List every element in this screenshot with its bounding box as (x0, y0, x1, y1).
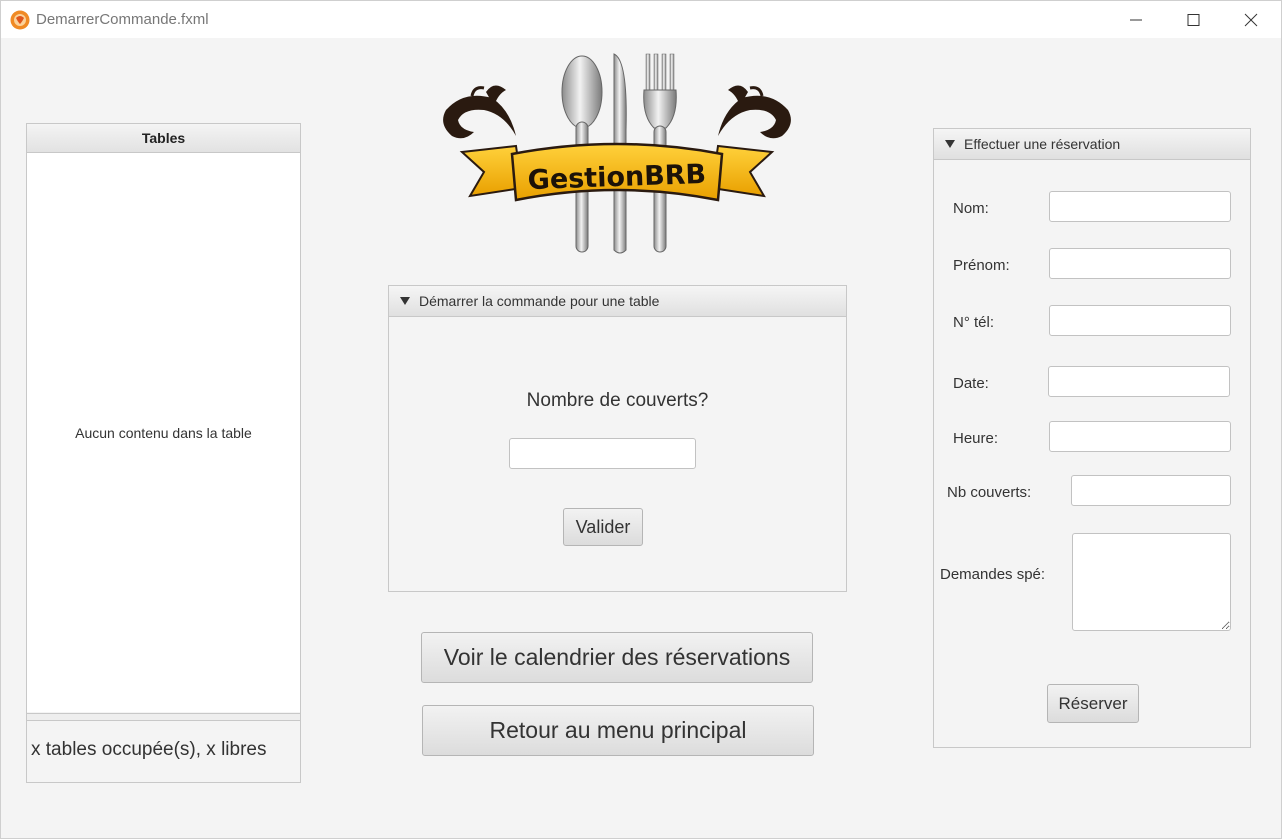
minimize-icon (1130, 19, 1142, 21)
reservation-pane-header[interactable]: Effectuer une réservation (934, 129, 1250, 160)
close-icon (1244, 13, 1258, 27)
tables-list[interactable]: Aucun contenu dans la table (27, 153, 300, 712)
nb-couverts-label: Nb couverts: (947, 484, 1032, 501)
prenom-label: Prénom: (953, 257, 1010, 274)
collapse-arrow-icon (400, 297, 410, 305)
covers-question: Nombre de couverts? (526, 390, 709, 411)
heure-label: Heure: (953, 430, 999, 447)
nom-label: Nom: (953, 200, 989, 217)
window-titlebar: DemarrerCommande.fxml (0, 0, 1282, 38)
app-icon (10, 10, 30, 30)
validate-button[interactable]: Valider (563, 508, 643, 546)
tables-column-header[interactable]: Tables (27, 124, 300, 153)
tables-empty-message: Aucun contenu dans la table (75, 425, 252, 441)
prenom-field[interactable] (1049, 248, 1231, 279)
phone-label: N° tél: (953, 314, 995, 331)
maximize-button[interactable] (1164, 1, 1222, 38)
back-to-main-menu-button[interactable]: Retour au menu principal (422, 705, 814, 756)
view-reservations-calendar-button[interactable]: Voir le calendrier des réservations (421, 632, 813, 683)
close-button[interactable] (1222, 1, 1280, 38)
minimize-button[interactable] (1107, 1, 1165, 38)
date-field[interactable] (1048, 366, 1230, 397)
collapse-arrow-icon (945, 140, 955, 148)
tables-status-text: x tables occupée(s), x libres (31, 739, 267, 760)
window-title: DemarrerCommande.fxml (36, 11, 209, 28)
phone-field[interactable] (1049, 305, 1231, 336)
start-order-pane-title: Démarrer la commande pour une table (419, 293, 660, 309)
logo-text: GestionBRB (527, 159, 706, 196)
demandes-speciales-label: Demandes spé: (940, 566, 1046, 583)
date-label: Date: (953, 375, 989, 392)
start-order-pane-header[interactable]: Démarrer la commande pour une table (389, 286, 846, 317)
tables-divider (27, 713, 300, 721)
heure-field[interactable] (1049, 421, 1231, 452)
tables-panel: Tables Aucun contenu dans la table x tab… (26, 123, 301, 783)
reserve-button[interactable]: Réserver (1047, 684, 1139, 723)
covers-input[interactable] (509, 438, 696, 469)
gestionbrb-logo: GestionBRB (443, 53, 791, 254)
start-order-pane: Démarrer la commande pour une table Nomb… (388, 285, 847, 592)
nom-field[interactable] (1049, 191, 1231, 222)
reservation-pane: Effectuer une réservation Nom: Prénom: N… (933, 128, 1251, 748)
nb-couverts-field[interactable] (1071, 475, 1231, 506)
maximize-icon (1187, 14, 1200, 26)
demandes-speciales-textarea[interactable] (1072, 533, 1231, 631)
reservation-pane-title: Effectuer une réservation (964, 136, 1121, 152)
